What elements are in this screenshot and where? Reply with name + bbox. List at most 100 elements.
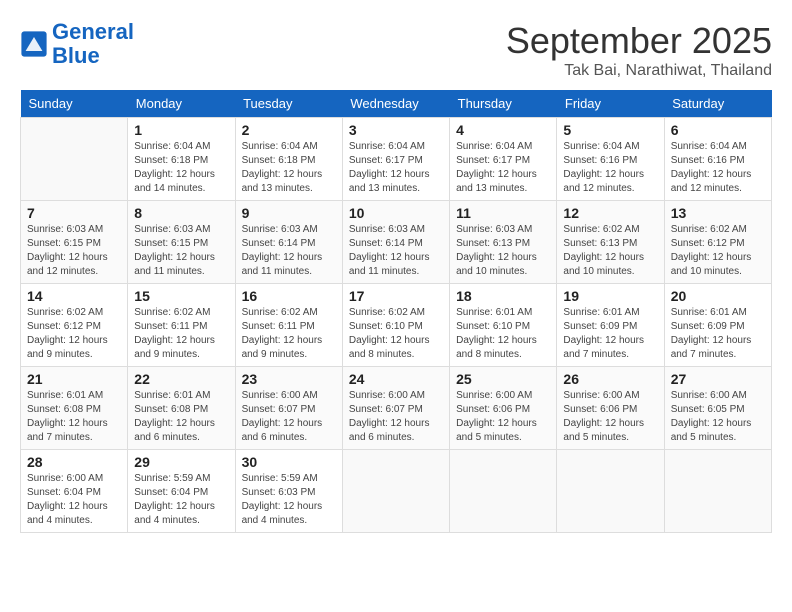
calendar-week-row: 7 Sunrise: 6:03 AM Sunset: 6:15 PM Daylig… [21,201,772,284]
calendar-cell: 4 Sunrise: 6:04 AM Sunset: 6:17 PM Daylig… [450,118,557,201]
calendar-week-row: 21 Sunrise: 6:01 AM Sunset: 6:08 PM Dayli… [21,367,772,450]
calendar-cell: 24 Sunrise: 6:00 AM Sunset: 6:07 PM Dayli… [342,367,449,450]
day-number: 14 [27,288,121,304]
calendar-cell: 19 Sunrise: 6:01 AM Sunset: 6:09 PM Dayli… [557,284,664,367]
header-day: Tuesday [235,90,342,118]
day-number: 5 [563,122,657,138]
header-day: Wednesday [342,90,449,118]
day-number: 21 [27,371,121,387]
title-block: September 2025 Tak Bai, Narathiwat, Thai… [506,20,772,80]
cell-info: Sunrise: 6:02 AM Sunset: 6:12 PM Dayligh… [27,306,121,362]
day-number: 10 [349,205,443,221]
day-number: 28 [27,454,121,470]
cell-info: Sunrise: 6:02 AM Sunset: 6:11 PM Dayligh… [134,306,228,362]
calendar-week-row: 14 Sunrise: 6:02 AM Sunset: 6:12 PM Dayli… [21,284,772,367]
day-number: 3 [349,122,443,138]
calendar-cell [450,450,557,533]
cell-info: Sunrise: 6:03 AM Sunset: 6:13 PM Dayligh… [456,223,550,279]
logo-line1: General [52,19,134,44]
day-number: 27 [671,371,765,387]
cell-info: Sunrise: 6:01 AM Sunset: 6:08 PM Dayligh… [134,389,228,445]
calendar-cell: 15 Sunrise: 6:02 AM Sunset: 6:11 PM Dayli… [128,284,235,367]
cell-info: Sunrise: 6:03 AM Sunset: 6:14 PM Dayligh… [242,223,336,279]
calendar-cell: 14 Sunrise: 6:02 AM Sunset: 6:12 PM Dayli… [21,284,128,367]
calendar-header: SundayMondayTuesdayWednesdayThursdayFrid… [21,90,772,118]
page-header: General Blue September 2025 Tak Bai, Nar… [20,20,772,80]
day-number: 20 [671,288,765,304]
calendar-cell: 3Sunrise: 6:04 AM Sunset: 6:17 PM Daylig… [342,118,449,201]
day-number: 7 [27,205,121,221]
logo: General Blue [20,20,134,68]
day-number: 19 [563,288,657,304]
calendar-cell: 8 Sunrise: 6:03 AM Sunset: 6:15 PM Daylig… [128,201,235,284]
calendar-cell [664,450,771,533]
cell-info: Sunrise: 6:04 AM Sunset: 6:17 PM Dayligh… [456,140,550,196]
calendar-cell: 22 Sunrise: 6:01 AM Sunset: 6:08 PM Dayli… [128,367,235,450]
cell-info: Sunrise: 6:02 AM Sunset: 6:10 PM Dayligh… [349,306,443,362]
calendar-cell: 10 Sunrise: 6:03 AM Sunset: 6:14 PM Dayli… [342,201,449,284]
calendar-cell: 23Sunrise: 6:00 AM Sunset: 6:07 PM Dayli… [235,367,342,450]
cell-info: Sunrise: 6:02 AM Sunset: 6:13 PM Dayligh… [563,223,657,279]
day-number: 22 [134,371,228,387]
header-row: SundayMondayTuesdayWednesdayThursdayFrid… [21,90,772,118]
calendar-cell: 20 Sunrise: 6:01 AM Sunset: 6:09 PM Dayli… [664,284,771,367]
calendar-cell: 5Sunrise: 6:04 AM Sunset: 6:16 PM Daylig… [557,118,664,201]
logo-icon [20,30,48,58]
cell-info: Sunrise: 6:00 AM Sunset: 6:06 PM Dayligh… [563,389,657,445]
calendar-week-row: 28 Sunrise: 6:00 AM Sunset: 6:04 PM Dayli… [21,450,772,533]
cell-info: Sunrise: 6:00 AM Sunset: 6:04 PM Dayligh… [27,472,121,528]
day-number: 9 [242,205,336,221]
cell-info: Sunrise: 6:01 AM Sunset: 6:09 PM Dayligh… [671,306,765,362]
cell-info: Sunrise: 6:01 AM Sunset: 6:08 PM Dayligh… [27,389,121,445]
cell-info: Sunrise: 6:02 AM Sunset: 6:11 PM Dayligh… [242,306,336,362]
calendar-cell [342,450,449,533]
day-number: 26 [563,371,657,387]
cell-info: Sunrise: 5:59 AM Sunset: 6:03 PM Dayligh… [242,472,336,528]
day-number: 15 [134,288,228,304]
calendar-cell [557,450,664,533]
day-number: 1 [134,122,228,138]
header-day: Sunday [21,90,128,118]
calendar-body: 1 Sunrise: 6:04 AM Sunset: 6:18 PM Daylig… [21,118,772,533]
calendar-cell: 9 Sunrise: 6:03 AM Sunset: 6:14 PM Daylig… [235,201,342,284]
calendar-cell: 16 Sunrise: 6:02 AM Sunset: 6:11 PM Dayli… [235,284,342,367]
cell-info: Sunrise: 6:00 AM Sunset: 6:05 PM Dayligh… [671,389,765,445]
calendar-cell: 7Sunrise: 6:03 AM Sunset: 6:15 PM Daylig… [21,201,128,284]
day-number: 4 [456,122,550,138]
cell-info: Sunrise: 6:00 AM Sunset: 6:06 PM Dayligh… [456,389,550,445]
cell-info: Sunrise: 6:00 AM Sunset: 6:07 PM Dayligh… [242,389,336,445]
day-number: 17 [349,288,443,304]
day-number: 12 [563,205,657,221]
day-number: 2 [242,122,336,138]
calendar-cell: 26 Sunrise: 6:00 AM Sunset: 6:06 PM Dayli… [557,367,664,450]
calendar-cell: 30 Sunrise: 5:59 AM Sunset: 6:03 PM Dayli… [235,450,342,533]
calendar-cell: 11 Sunrise: 6:03 AM Sunset: 6:13 PM Dayli… [450,201,557,284]
day-number: 16 [242,288,336,304]
cell-info: Sunrise: 6:01 AM Sunset: 6:10 PM Dayligh… [456,306,550,362]
day-number: 8 [134,205,228,221]
month-title: September 2025 [506,20,772,62]
day-number: 6 [671,122,765,138]
header-day: Friday [557,90,664,118]
cell-info: Sunrise: 6:03 AM Sunset: 6:15 PM Dayligh… [134,223,228,279]
day-number: 11 [456,205,550,221]
day-number: 30 [242,454,336,470]
calendar-cell [21,118,128,201]
day-number: 29 [134,454,228,470]
cell-info: Sunrise: 6:00 AM Sunset: 6:07 PM Dayligh… [349,389,443,445]
cell-info: Sunrise: 6:04 AM Sunset: 6:18 PM Dayligh… [134,140,228,196]
day-number: 18 [456,288,550,304]
logo-line2: Blue [52,43,100,68]
header-day: Monday [128,90,235,118]
cell-info: Sunrise: 6:03 AM Sunset: 6:14 PM Dayligh… [349,223,443,279]
calendar-cell: 12 Sunrise: 6:02 AM Sunset: 6:13 PM Dayli… [557,201,664,284]
cell-info: Sunrise: 6:04 AM Sunset: 6:16 PM Dayligh… [671,140,765,196]
header-day: Saturday [664,90,771,118]
calendar-cell: 21 Sunrise: 6:01 AM Sunset: 6:08 PM Dayli… [21,367,128,450]
cell-info: Sunrise: 6:01 AM Sunset: 6:09 PM Dayligh… [563,306,657,362]
day-number: 25 [456,371,550,387]
calendar-cell: 2 Sunrise: 6:04 AM Sunset: 6:18 PM Daylig… [235,118,342,201]
calendar-cell: 18 Sunrise: 6:01 AM Sunset: 6:10 PM Dayli… [450,284,557,367]
cell-info: Sunrise: 6:04 AM Sunset: 6:18 PM Dayligh… [242,140,336,196]
day-number: 24 [349,371,443,387]
